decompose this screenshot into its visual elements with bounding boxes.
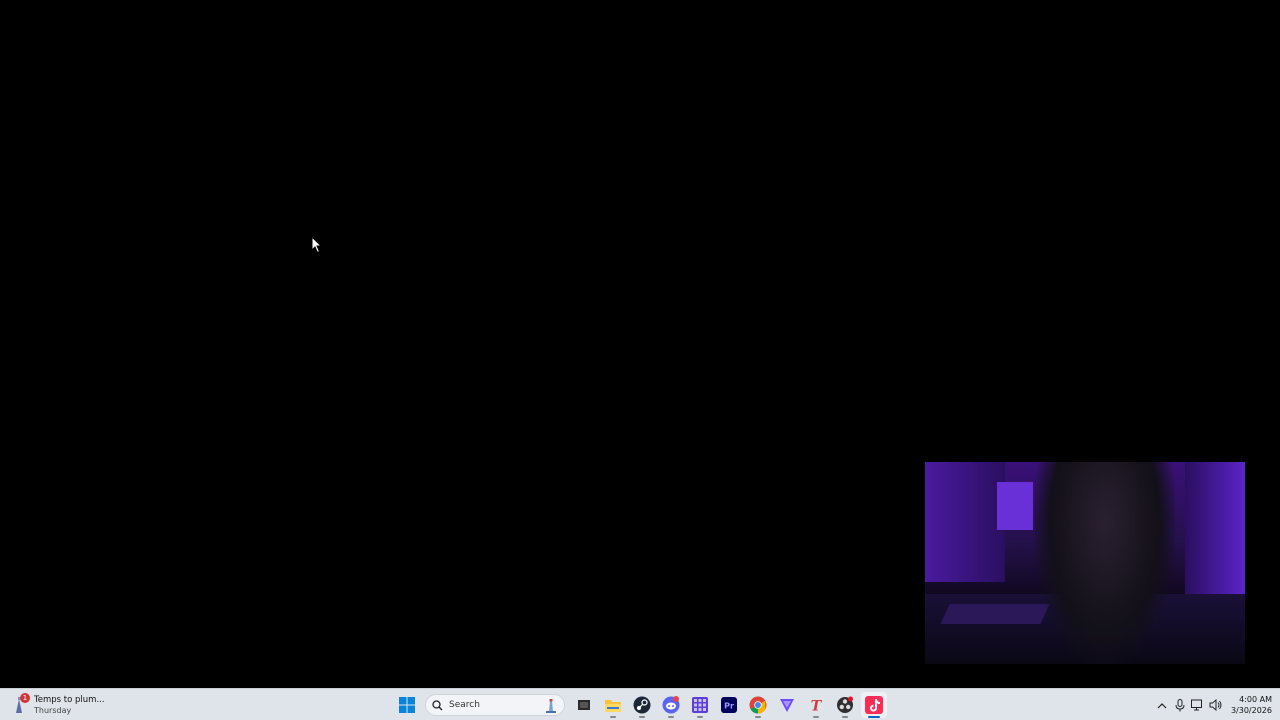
speaker-icon: [1209, 699, 1222, 711]
microphone-icon: [1175, 698, 1185, 711]
task-view-icon: [577, 700, 590, 710]
clock[interactable]: 4:00 AM 3/30/2026: [1231, 694, 1272, 716]
folder-icon: [604, 699, 621, 712]
clock-time: 4:00 AM: [1239, 695, 1272, 704]
weather-title: Temps to plum...: [34, 694, 105, 705]
desktop: [0, 0, 1280, 688]
show-hidden-icons-button[interactable]: [1153, 695, 1171, 715]
weather-widget[interactable]: 1 Temps to plum... Thursday: [10, 692, 105, 718]
premiere-pro-button[interactable]: Pr: [716, 692, 742, 718]
vpn-button[interactable]: [774, 692, 800, 718]
steam-button[interactable]: [629, 692, 655, 718]
system-tray: 4:00 AM 3/30/2026: [1153, 691, 1272, 719]
clock-date: 3/30/2026: [1230, 706, 1272, 715]
t-app-button[interactable]: T: [803, 692, 829, 718]
weather-icon: 1: [10, 693, 30, 715]
streamer-figure: [1035, 462, 1175, 664]
svg-text:Pr: Pr: [724, 702, 734, 711]
chrome-icon: [749, 696, 766, 714]
task-view-button[interactable]: [571, 692, 597, 718]
chrome-button[interactable]: [745, 692, 771, 718]
microphone-button[interactable]: [1171, 695, 1189, 715]
taskbar: 1 Temps to plum... Thursday Search Pr T …: [0, 688, 1280, 720]
grid-app-button[interactable]: [687, 692, 713, 718]
taskbar-apps: Pr T: [392, 691, 888, 719]
volume-button[interactable]: [1207, 695, 1225, 715]
svg-text:T: T: [810, 699, 822, 714]
network-icon: [1191, 699, 1203, 711]
premiere-pro-icon: Pr: [720, 697, 737, 713]
webcam-overlay: [925, 462, 1245, 664]
vpn-icon: [779, 699, 794, 712]
steam-icon: [633, 696, 650, 714]
search-input[interactable]: [449, 700, 539, 710]
tiktok-button[interactable]: [860, 692, 887, 718]
network-button[interactable]: [1189, 695, 1207, 715]
search-icon: [432, 699, 443, 710]
file-explorer-button[interactable]: [600, 692, 626, 718]
search-highlight-icon: [546, 699, 556, 713]
discord-icon: [662, 696, 679, 714]
mouse-cursor-icon: [311, 236, 323, 254]
obs-icon: [836, 696, 853, 713]
discord-button[interactable]: [658, 692, 684, 718]
start-button[interactable]: [394, 692, 420, 718]
search-box[interactable]: [425, 694, 565, 716]
weather-subtitle: Thursday: [34, 705, 72, 715]
windows-logo-icon: [398, 697, 415, 713]
obs-button[interactable]: [832, 692, 858, 718]
grid-app-icon: [691, 697, 708, 713]
t-app-icon: T: [810, 699, 822, 714]
tiktok-icon: [864, 696, 883, 714]
chevron-up-icon: [1157, 702, 1167, 708]
notification-badge: 1: [20, 693, 30, 703]
